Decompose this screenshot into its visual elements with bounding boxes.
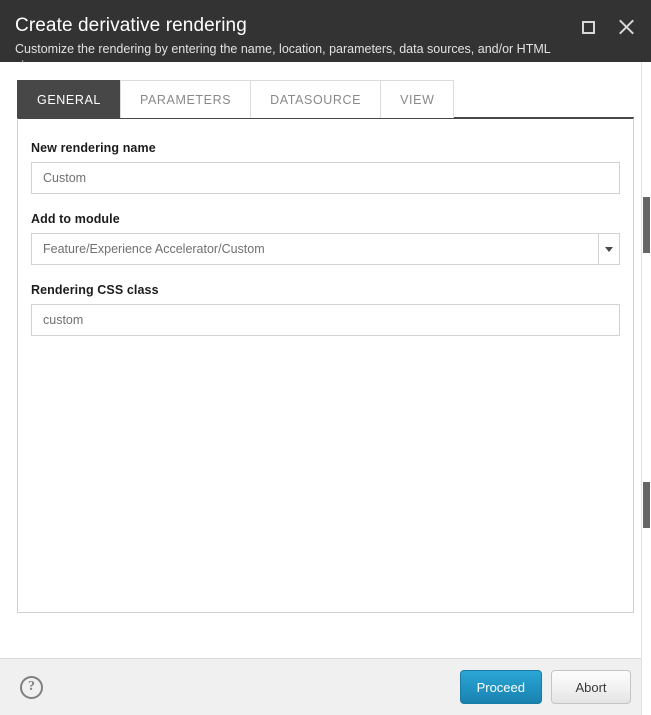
rendering-name-input[interactable] — [31, 162, 620, 194]
close-button[interactable] — [615, 16, 637, 38]
tab-datasource-label: DATASOURCE — [270, 93, 361, 107]
general-tab-panel: New rendering name Add to module Feature… — [17, 117, 634, 613]
tab-datasource[interactable]: DATASOURCE — [250, 80, 381, 118]
css-class-input[interactable] — [31, 304, 620, 336]
dialog-footer: ? Proceed Abort — [0, 658, 651, 715]
tab-bar: GENERAL PARAMETERS DATASOURCE VIEW — [17, 80, 634, 118]
tab-view[interactable]: VIEW — [380, 80, 454, 118]
tab-view-label: VIEW — [400, 93, 434, 107]
chevron-down-icon — [605, 247, 613, 252]
css-class-label: Rendering CSS class — [31, 283, 620, 297]
maximize-icon — [582, 21, 595, 34]
vertical-scrollbar[interactable] — [641, 62, 651, 715]
scrollbar-thumb-upper[interactable] — [643, 197, 650, 253]
dialog-title: Create derivative rendering — [15, 14, 636, 38]
css-class-field-group: Rendering CSS class — [31, 283, 620, 336]
tab-parameters-label: PARAMETERS — [140, 93, 231, 107]
dialog-header: Create derivative rendering Customize th… — [0, 0, 651, 62]
add-to-module-dropdown-button[interactable] — [598, 233, 620, 265]
tab-general[interactable]: GENERAL — [17, 80, 121, 118]
tab-parameters[interactable]: PARAMETERS — [120, 80, 251, 118]
rendering-name-label: New rendering name — [31, 141, 620, 155]
dialog-body: GENERAL PARAMETERS DATASOURCE VIEW New r… — [0, 62, 651, 645]
scrollbar-thumb-lower[interactable] — [643, 482, 650, 528]
tab-general-label: GENERAL — [37, 93, 101, 107]
add-to-module-select[interactable]: Feature/Experience Accelerator/Custom — [31, 233, 620, 265]
maximize-button[interactable] — [577, 16, 599, 38]
create-derivative-rendering-dialog: Create derivative rendering Customize th… — [0, 0, 651, 715]
add-to-module-field-group: Add to module Feature/Experience Acceler… — [31, 212, 620, 265]
rendering-name-field-group: New rendering name — [31, 141, 620, 194]
proceed-button[interactable]: Proceed — [460, 670, 542, 704]
add-to-module-value[interactable]: Feature/Experience Accelerator/Custom — [31, 233, 598, 265]
window-controls — [577, 16, 637, 38]
help-icon[interactable]: ? — [20, 676, 43, 699]
close-icon — [617, 18, 635, 36]
add-to-module-label: Add to module — [31, 212, 620, 226]
abort-button[interactable]: Abort — [551, 670, 631, 704]
